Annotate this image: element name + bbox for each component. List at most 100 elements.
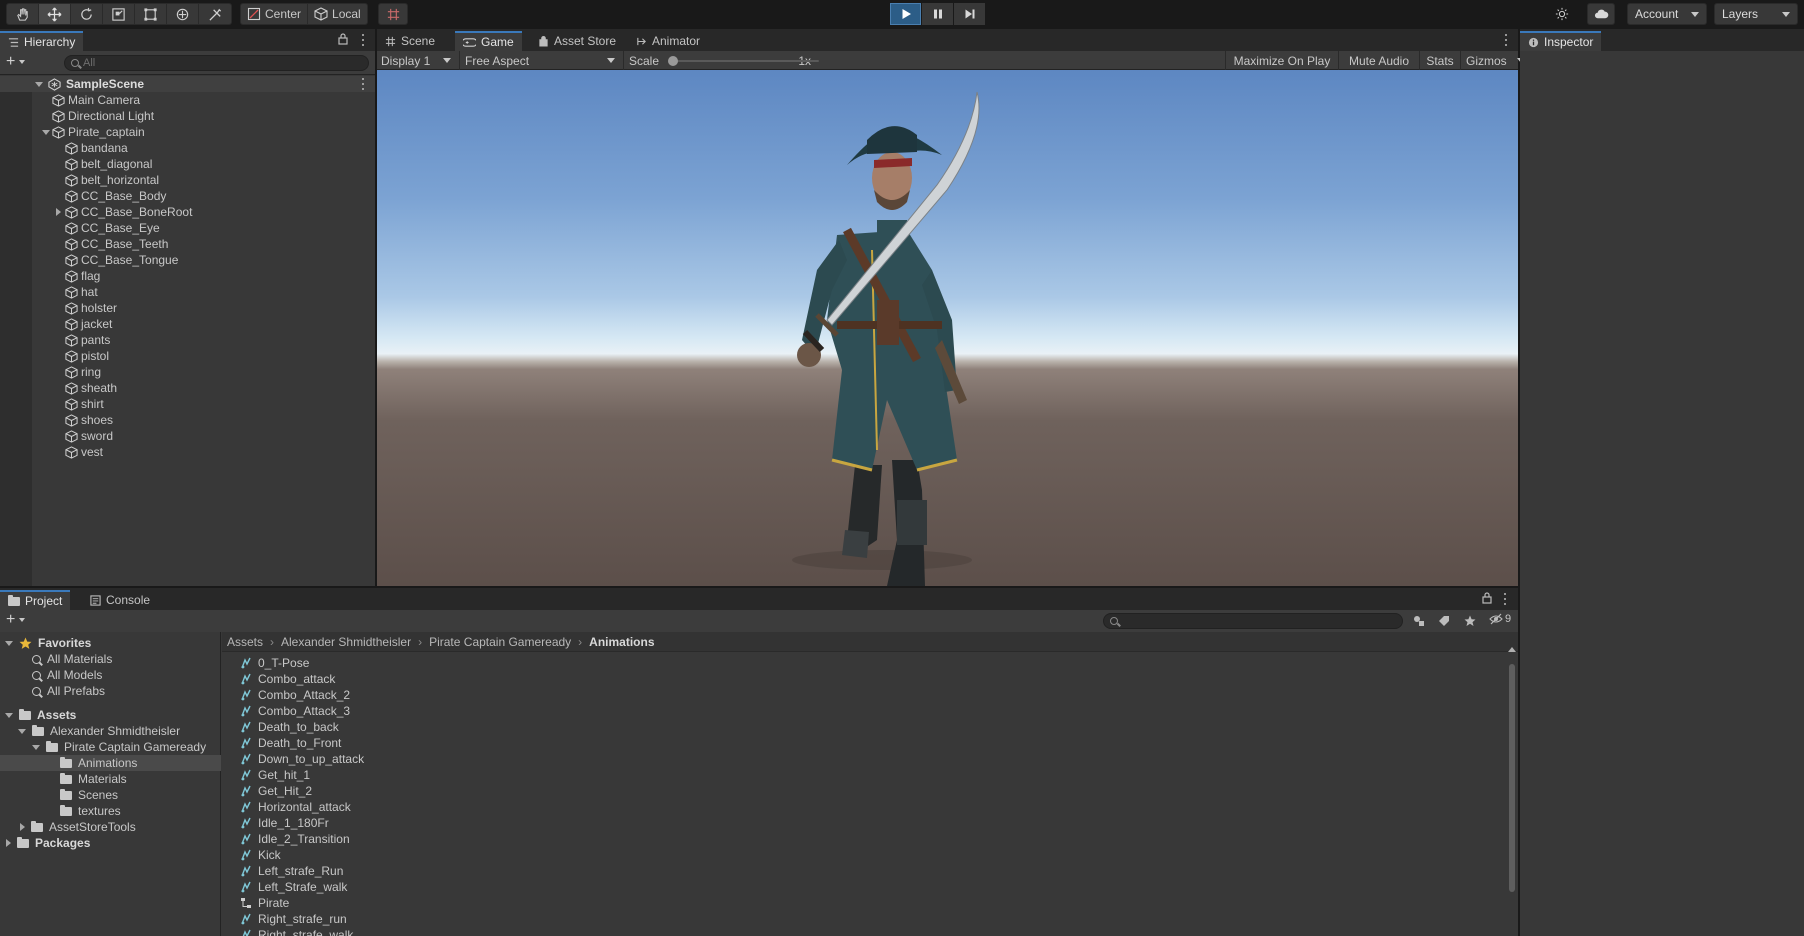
- favorites-row[interactable]: Favorites: [0, 635, 221, 651]
- file-list-item[interactable]: Combo_Attack_2: [240, 687, 350, 703]
- file-list-item[interactable]: Down_to_up_attack: [240, 751, 364, 767]
- hierarchy-item[interactable]: sword: [32, 428, 375, 444]
- more-options-icon[interactable]: [361, 34, 365, 46]
- file-list-item[interactable]: 0_T-Pose: [240, 655, 309, 671]
- rect-tool-button[interactable]: [135, 4, 167, 24]
- more-options-icon[interactable]: [361, 78, 365, 90]
- label-icon[interactable]: [1438, 615, 1450, 627]
- hierarchy-item[interactable]: shirt: [32, 396, 375, 412]
- gizmos-dropdown[interactable]: Gizmos: [1462, 52, 1525, 69]
- file-list-item[interactable]: Get_Hit_2: [240, 783, 312, 799]
- file-list-item[interactable]: Combo_attack: [240, 671, 335, 687]
- rotate-tool-button[interactable]: [71, 4, 103, 24]
- breadcrumb-item-current[interactable]: Animations: [589, 635, 654, 649]
- transform-tool-button[interactable]: [167, 4, 199, 24]
- account-dropdown[interactable]: Account: [1627, 3, 1707, 25]
- file-list-item[interactable]: Kick: [240, 847, 281, 863]
- file-list-item[interactable]: Pirate: [240, 895, 289, 911]
- hand-tool-button[interactable]: [7, 4, 39, 24]
- pivot-local-button[interactable]: Local: [308, 4, 367, 24]
- expand-arrow-icon[interactable]: [5, 640, 13, 646]
- breadcrumb-item[interactable]: Pirate Captain Gameready: [429, 635, 571, 649]
- file-list-item[interactable]: Left_strafe_Run: [240, 863, 343, 879]
- step-button[interactable]: [954, 3, 985, 25]
- hierarchy-item[interactable]: CC_Base_BoneRoot: [32, 204, 375, 220]
- more-options-icon[interactable]: [1504, 34, 1508, 46]
- hierarchy-item[interactable]: CC_Base_Eye: [32, 220, 375, 236]
- tab-project[interactable]: Project: [0, 590, 71, 610]
- expand-arrow-icon[interactable]: [6, 839, 11, 847]
- hierarchy-item[interactable]: Main Camera: [32, 92, 375, 108]
- hierarchy-item[interactable]: shoes: [32, 412, 375, 428]
- create-button[interactable]: +: [6, 54, 26, 70]
- tab-game[interactable]: Game: [455, 31, 522, 51]
- file-list-item[interactable]: Right_strafe_run: [240, 911, 347, 927]
- file-list-item[interactable]: Left_Strafe_walk: [240, 879, 347, 895]
- folder-pirate-captain-gameready[interactable]: Pirate Captain Gameready: [0, 739, 221, 755]
- file-list-item[interactable]: Horizontal_attack: [240, 799, 351, 815]
- favorite-item-all-materials[interactable]: All Materials: [32, 651, 112, 667]
- breadcrumb-item[interactable]: Assets: [227, 635, 263, 649]
- stats-toggle[interactable]: Stats: [1421, 52, 1459, 69]
- hierarchy-item[interactable]: holster: [32, 300, 375, 316]
- grid-snapping-button[interactable]: [379, 4, 407, 24]
- mute-audio-toggle[interactable]: Mute Audio: [1340, 52, 1418, 69]
- play-button[interactable]: [890, 3, 921, 25]
- hierarchy-item[interactable]: CC_Base_Tongue: [32, 252, 375, 268]
- more-options-icon[interactable]: [1503, 593, 1507, 605]
- chevron-up-icon[interactable]: [1508, 646, 1516, 652]
- lighting-settings-button[interactable]: [1548, 3, 1576, 25]
- scrollbar-thumb[interactable]: [1509, 664, 1515, 892]
- pause-button[interactable]: [922, 3, 953, 25]
- hierarchy-item[interactable]: pants: [32, 332, 375, 348]
- hierarchy-item[interactable]: Directional Light: [32, 108, 375, 124]
- tab-scene[interactable]: Scene: [377, 31, 443, 51]
- expand-arrow-icon[interactable]: [42, 129, 50, 135]
- folder-asset-store-tools[interactable]: AssetStoreTools: [0, 819, 221, 835]
- game-viewport[interactable]: [377, 70, 1518, 586]
- hierarchy-item[interactable]: flag: [32, 268, 375, 284]
- file-list-item[interactable]: Idle_2_Transition: [240, 831, 350, 847]
- search-by-type-icon[interactable]: [1413, 615, 1425, 627]
- custom-tools-button[interactable]: [199, 4, 231, 24]
- assets-row[interactable]: Assets: [0, 707, 221, 723]
- hierarchy-item[interactable]: ring: [32, 364, 375, 380]
- hierarchy-item[interactable]: sheath: [32, 380, 375, 396]
- hierarchy-item[interactable]: bandana: [32, 140, 375, 156]
- hierarchy-item[interactable]: pistol: [32, 348, 375, 364]
- hierarchy-item[interactable]: belt_horizontal: [32, 172, 375, 188]
- hierarchy-item[interactable]: CC_Base_Body: [32, 188, 375, 204]
- lock-icon[interactable]: [1482, 592, 1492, 604]
- hierarchy-item[interactable]: Pirate_captain: [32, 124, 375, 140]
- folder-scenes[interactable]: Scenes: [0, 787, 221, 803]
- tab-asset-store[interactable]: Asset Store: [530, 31, 624, 51]
- aspect-dropdown[interactable]: Free Aspect: [461, 52, 621, 69]
- expand-arrow-icon[interactable]: [20, 823, 25, 831]
- hierarchy-item[interactable]: vest: [32, 444, 375, 460]
- hierarchy-search-input[interactable]: All: [64, 55, 369, 71]
- maximize-on-play-toggle[interactable]: Maximize On Play: [1227, 52, 1337, 69]
- folder-materials[interactable]: Materials: [0, 771, 221, 787]
- tab-animator[interactable]: Animator: [628, 31, 708, 51]
- expand-arrow-icon[interactable]: [56, 208, 61, 216]
- packages-row[interactable]: Packages: [0, 835, 221, 851]
- hierarchy-item[interactable]: jacket: [32, 316, 375, 332]
- project-search-input[interactable]: [1103, 613, 1403, 629]
- favorite-item-all-models[interactable]: All Models: [32, 667, 102, 683]
- create-asset-button[interactable]: +: [6, 612, 26, 628]
- folder-textures[interactable]: textures: [0, 803, 221, 819]
- cloud-button[interactable]: [1587, 3, 1615, 25]
- file-list-item[interactable]: Death_to_Front: [240, 735, 341, 751]
- expand-arrow-icon[interactable]: [5, 712, 13, 718]
- file-list-item[interactable]: Get_hit_1: [240, 767, 310, 783]
- tab-hierarchy[interactable]: Hierarchy: [0, 31, 84, 51]
- expand-arrow-icon[interactable]: [32, 744, 40, 750]
- file-list-item[interactable]: Death_to_back: [240, 719, 339, 735]
- folder-animations[interactable]: Animations: [0, 755, 221, 771]
- file-list-item[interactable]: Combo_Attack_3: [240, 703, 350, 719]
- scene-row[interactable]: SampleScene: [0, 76, 375, 92]
- hierarchy-item[interactable]: hat: [32, 284, 375, 300]
- pivot-center-button[interactable]: Center: [241, 4, 309, 24]
- expand-arrow-icon[interactable]: [18, 728, 26, 734]
- hierarchy-item[interactable]: CC_Base_Teeth: [32, 236, 375, 252]
